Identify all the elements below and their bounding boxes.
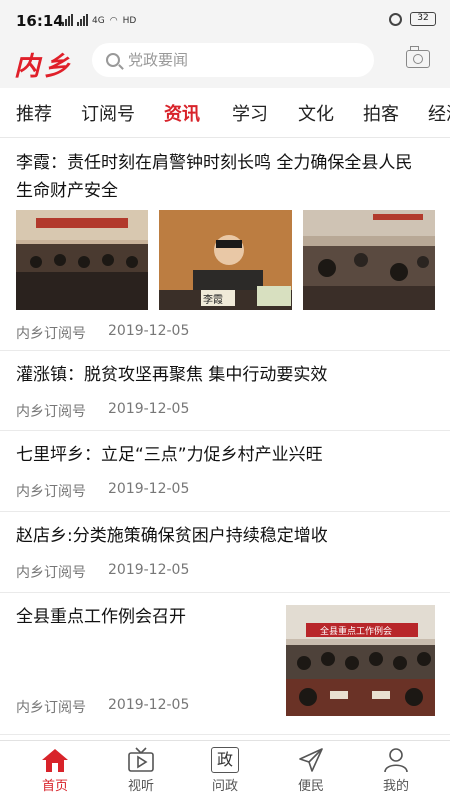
tab-economy[interactable]: 经济	[428, 100, 450, 126]
tab-photographer[interactable]: 拍客	[363, 100, 399, 126]
nav-profile[interactable]: 我的	[366, 747, 426, 794]
app-logo: 内乡	[14, 52, 75, 82]
politics-icon: 政	[211, 747, 239, 773]
nav-home[interactable]: 首页	[25, 747, 85, 794]
nav-label: 首页	[41, 779, 68, 794]
bottom-navigation: 首页 视听 政 问政 便民 我的	[0, 740, 450, 800]
tab-news[interactable]: 资讯	[164, 100, 200, 126]
nav-audio-video[interactable]: 视听	[111, 747, 171, 794]
news-title: 灌涨镇：脱贫攻坚再聚焦 集中行动要实效	[16, 365, 328, 385]
camera-icon[interactable]	[406, 46, 430, 68]
tab-recommend[interactable]: 推荐	[16, 100, 52, 126]
news-meta: 内乡订阅号 2019-12-05	[16, 481, 189, 501]
news-title: 七里坪乡：立足“三点”力促乡村产业兴旺	[16, 445, 323, 465]
network-type: 4G	[92, 16, 105, 26]
signal-icon	[62, 14, 73, 26]
tab-study[interactable]: 学习	[232, 100, 268, 126]
send-icon	[297, 747, 325, 773]
battery-icon: 32	[410, 12, 436, 26]
status-time: 16:14	[16, 12, 64, 30]
news-title-line-2: 生命财产安全	[16, 181, 118, 201]
nav-services[interactable]: 便民	[281, 747, 341, 794]
hd-label: HD	[122, 16, 137, 26]
news-date: 2019-12-05	[108, 697, 190, 713]
home-icon	[41, 747, 69, 773]
politics-icon-text: 政	[216, 750, 233, 769]
news-date: 2019-12-05	[108, 481, 190, 497]
search-bar[interactable]	[92, 43, 374, 77]
news-date: 2019-12-05	[108, 562, 190, 578]
news-date: 2019-12-05	[108, 323, 190, 339]
status-bar: 16:14 4G ◠ HD 32	[0, 0, 450, 40]
tab-culture[interactable]: 文化	[298, 100, 334, 126]
nav-label: 问政	[211, 779, 238, 794]
news-title: 全县重点工作例会召开	[16, 607, 186, 627]
tv-icon	[127, 747, 155, 773]
news-item[interactable]: 七里坪乡：立足“三点”力促乡村产业兴旺 内乡订阅号 2019-12-05	[0, 431, 450, 512]
news-title: 李霞：责任时刻在肩警钟时刻长鸣 全力确保全县人民 生命财产安全	[16, 149, 436, 205]
meeting-photo: 全县重点工作例会	[286, 605, 435, 716]
meeting-hall-photo	[16, 210, 148, 310]
news-source: 内乡订阅号	[16, 326, 86, 342]
news-meta: 内乡订阅号 2019-12-05	[16, 323, 189, 343]
nav-label: 我的	[382, 779, 409, 794]
news-meta: 内乡订阅号 2019-12-05	[16, 562, 189, 582]
app-header: 内乡	[0, 40, 450, 88]
news-source: 内乡订阅号	[16, 565, 86, 581]
news-item[interactable]: 灌涨镇：脱贫攻坚再聚焦 集中行动要实效 内乡订阅号 2019-12-05	[0, 351, 450, 431]
search-input[interactable]	[128, 51, 348, 69]
news-source: 内乡订阅号	[16, 404, 86, 420]
news-item[interactable]: 全县重点工作例会召开 全县重点工作例会 内乡订阅号 2019-12-05	[0, 593, 450, 735]
person-icon	[382, 747, 410, 773]
wifi-icon: ◠	[109, 16, 118, 26]
signal-icon-2	[77, 14, 88, 26]
nav-label: 视听	[127, 779, 154, 794]
news-title: 赵店乡:分类施策确保贫困户持续稳定增收	[16, 526, 328, 546]
search-icon	[106, 53, 120, 67]
signal-indicators: 4G ◠ HD	[62, 14, 137, 26]
news-title-line-1: 李霞：责任时刻在肩警钟时刻长鸣 全力确保全县人民	[16, 153, 413, 173]
audience-photo	[303, 210, 435, 310]
speaker-photo: 李霞	[159, 210, 292, 310]
news-source: 内乡订阅号	[16, 700, 86, 716]
news-item[interactable]: 李霞：责任时刻在肩警钟时刻长鸣 全力确保全县人民 生命财产安全 李霞 内乡订阅号…	[0, 139, 450, 351]
news-meta: 内乡订阅号 2019-12-05	[16, 697, 189, 717]
tab-subscriptions[interactable]: 订阅号	[81, 100, 135, 126]
name-plate: 李霞	[203, 295, 223, 306]
banner-text: 全县重点工作例会	[320, 627, 393, 637]
category-tabs: 推荐 订阅号 资讯 学习 文化 拍客 经济	[0, 88, 450, 138]
news-meta: 内乡订阅号 2019-12-05	[16, 401, 189, 421]
news-item[interactable]: 赵店乡:分类施策确保贫困户持续稳定增收 内乡订阅号 2019-12-05	[0, 512, 450, 593]
rotation-lock-icon	[389, 12, 402, 26]
nav-label: 便民	[297, 779, 324, 794]
news-source: 内乡订阅号	[16, 484, 86, 500]
news-date: 2019-12-05	[108, 401, 190, 417]
nav-politics[interactable]: 政 问政	[195, 747, 255, 794]
